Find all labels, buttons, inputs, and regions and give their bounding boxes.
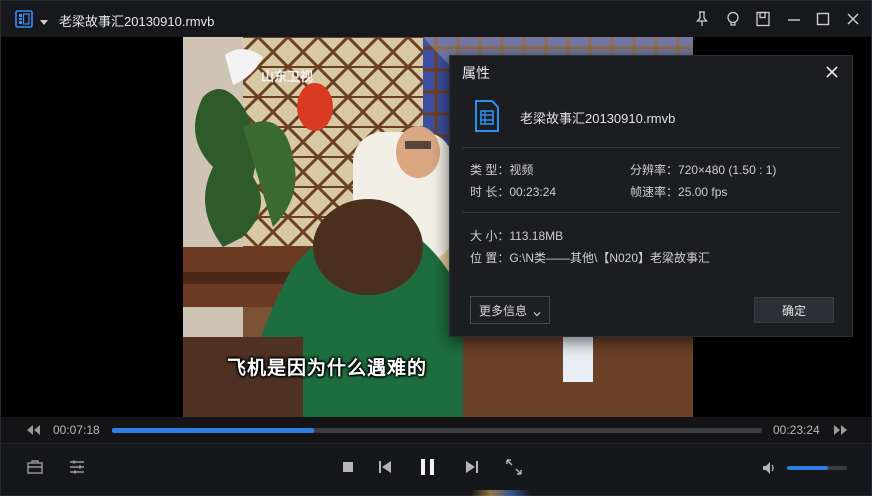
resolution-value: 720×480 (1.50 : 1) [678, 163, 777, 177]
framerate-row: 帧速率：25.00 fps [630, 183, 727, 200]
duration-value: 00:23:24 [509, 185, 557, 199]
type-row: 类 型：视频 [470, 161, 533, 178]
pin-icon[interactable] [693, 10, 711, 28]
size-value: 113.18MB [509, 229, 564, 243]
video-file-icon [474, 100, 500, 132]
bottom-glow [471, 490, 531, 496]
size-row: 大 小：113.18MB [470, 227, 563, 244]
volume-icon[interactable] [761, 460, 777, 481]
more-info-dropdown[interactable]: 更多信息 [470, 296, 550, 324]
fast-forward-icon[interactable] [833, 423, 849, 437]
previous-icon[interactable] [377, 459, 393, 480]
menu-dropdown-icon[interactable] [39, 14, 49, 25]
type-value: 视频 [509, 163, 534, 177]
duration-label: 时 长： [470, 185, 510, 199]
seek-bar-fill [112, 428, 314, 433]
size-label: 大 小： [470, 229, 510, 243]
framerate-label: 帧速率： [630, 185, 679, 199]
toolbox-icon[interactable] [26, 458, 44, 481]
volume-slider[interactable] [787, 466, 847, 470]
next-icon[interactable] [464, 459, 480, 480]
dialog-close-icon[interactable] [826, 65, 838, 78]
resolution-row: 分辨率：720×480 (1.50 : 1) [630, 161, 776, 178]
fullscreen-icon[interactable] [505, 458, 523, 481]
chevron-down-icon [533, 307, 541, 317]
dialog-filename: 老梁故事汇20130910.rmvb [520, 111, 676, 126]
stop-icon[interactable] [341, 460, 355, 479]
mini-window-icon[interactable] [754, 10, 772, 28]
settings-sliders-icon[interactable] [68, 458, 86, 481]
current-time: 00:07:18 [53, 423, 100, 437]
divider [462, 212, 840, 213]
total-time: 00:23:24 [773, 423, 820, 437]
rewind-icon[interactable] [25, 423, 41, 437]
title-bar: 老梁故事汇20130910.rmvb [1, 1, 871, 37]
location-value[interactable]: G:\N类——其他\【N020】老梁故事汇 [509, 251, 710, 265]
window-title: 老梁故事汇20130910.rmvb [59, 14, 215, 29]
divider [462, 147, 840, 148]
type-label: 类 型： [470, 163, 510, 177]
framerate-value: 25.00 fps [678, 185, 728, 199]
pause-icon[interactable] [418, 457, 438, 482]
close-icon[interactable] [844, 10, 862, 28]
minimize-icon[interactable] [785, 10, 803, 28]
location-label: 位 置： [470, 251, 510, 265]
location-row: 位 置：G:\N类——其他\【N020】老梁故事汇 [470, 249, 710, 266]
more-info-label: 更多信息 [479, 303, 528, 318]
svg-text:山东卫视: 山东卫视 [261, 69, 313, 84]
video-subtitle: 飞机是因为什么遇难的 [227, 358, 428, 379]
control-bar [1, 443, 871, 495]
properties-dialog: 属性 老梁故事汇20130910.rmvb 类 型：视频 分辨率：720×480… [449, 55, 853, 337]
player-window: 老梁故事汇20130910.rmvb 山东卫视 飞机是因为什么遇难的 00:07… [0, 0, 872, 496]
resolution-label: 分辨率： [630, 163, 679, 177]
volume-slider-fill [787, 466, 828, 470]
lightbulb-icon[interactable] [724, 10, 742, 28]
duration-row: 时 长：00:23:24 [470, 183, 556, 200]
dialog-title: 属性 [462, 65, 490, 81]
seek-bar[interactable] [112, 428, 762, 433]
maximize-icon[interactable] [814, 10, 832, 28]
ok-button[interactable]: 确定 [754, 297, 834, 323]
progress-row: 00:07:18 00:23:24 [1, 417, 871, 443]
playlist-icon[interactable] [15, 10, 33, 28]
